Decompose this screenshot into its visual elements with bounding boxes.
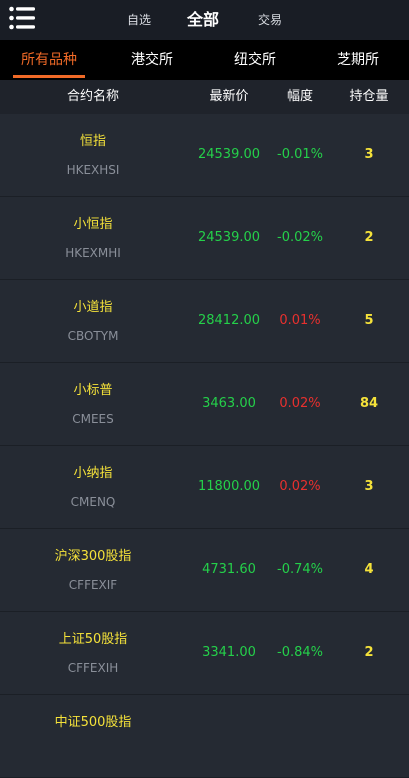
- col-open-interest[interactable]: 持仓量: [330, 80, 408, 114]
- contract-name: 沪深300股指: [54, 549, 132, 564]
- change-percent: -0.02%: [277, 230, 323, 245]
- last-price: 24539.00: [197, 230, 261, 245]
- table-header: 合约名称 最新价 幅度 持仓量: [0, 80, 409, 114]
- change-percent: 0.01%: [279, 313, 321, 328]
- tab-all-varieties-label: 所有品种: [21, 52, 77, 68]
- menu-icon[interactable]: [9, 6, 35, 30]
- contract-name: 中证500股指: [54, 715, 132, 730]
- contract-code: CMEES: [72, 412, 114, 426]
- active-tab-indicator: [13, 75, 85, 78]
- contract-name: 小道指: [73, 300, 113, 315]
- contract-code: HKEXHSI: [66, 163, 120, 177]
- change-percent: -0.84%: [277, 645, 323, 660]
- exchange-tabs: 所有品种 港交所 纽交所 芝期所: [0, 40, 409, 80]
- table-row[interactable]: 小恒指 HKEXMHI 24539.00 -0.02% 2: [0, 197, 409, 280]
- open-interest: 84: [359, 396, 379, 411]
- contract-name: 小标普: [73, 383, 113, 398]
- last-price: 28412.00: [197, 313, 261, 328]
- last-price: 3341.00: [202, 645, 256, 660]
- contract-code: CFFEXIF: [68, 578, 118, 592]
- contract-name: 恒指: [79, 134, 106, 149]
- last-price: 24539.00: [197, 147, 261, 162]
- change-percent: -0.74%: [277, 562, 323, 577]
- col-price[interactable]: 最新价: [186, 80, 272, 114]
- contract-name: 上证50股指: [58, 632, 128, 647]
- change-percent: 0.02%: [279, 479, 321, 494]
- change-percent: -0.01%: [277, 147, 323, 162]
- tab-nyse[interactable]: 纽交所: [234, 40, 276, 80]
- table-row[interactable]: 恒指 HKEXHSI 24539.00 -0.01% 3: [0, 114, 409, 197]
- tab-hkex[interactable]: 港交所: [131, 40, 173, 80]
- last-price: 4731.60: [202, 562, 256, 577]
- table-row[interactable]: 小道指 CBOTYM 28412.00 0.01% 5: [0, 280, 409, 363]
- contract-code: CMENQ: [70, 495, 116, 509]
- open-interest: 5: [364, 313, 374, 328]
- table-row[interactable]: 上证50股指 CFFEXIH 3341.00 -0.84% 2: [0, 612, 409, 695]
- contract-code: CFFEXIH: [67, 661, 119, 675]
- contract-name: 小纳指: [73, 466, 113, 481]
- contract-name: 小恒指: [73, 217, 113, 232]
- contract-code: HKEXMHI: [65, 246, 121, 260]
- open-interest: 4: [364, 562, 374, 577]
- last-price: 11800.00: [197, 479, 261, 494]
- tab-cme[interactable]: 芝期所: [337, 40, 379, 80]
- contract-code: CBOTYM: [67, 329, 119, 343]
- open-interest: 3: [364, 479, 374, 494]
- open-interest: 2: [364, 645, 374, 660]
- col-name[interactable]: 合约名称: [0, 80, 186, 114]
- top-bar: 自选 全部 交易: [0, 0, 409, 40]
- open-interest: 2: [364, 230, 374, 245]
- change-percent: 0.02%: [279, 396, 321, 411]
- tab-favorites[interactable]: 自选: [127, 0, 151, 40]
- open-interest: 3: [364, 147, 374, 162]
- tab-all-varieties[interactable]: 所有品种: [13, 40, 85, 80]
- table-row[interactable]: 小标普 CMEES 3463.00 0.02% 84: [0, 363, 409, 446]
- col-change[interactable]: 幅度: [272, 80, 328, 114]
- table-row[interactable]: 小纳指 CMENQ 11800.00 0.02% 3: [0, 446, 409, 529]
- table-row[interactable]: 中证500股指: [0, 695, 409, 778]
- tab-all[interactable]: 全部: [187, 0, 219, 40]
- tab-trade[interactable]: 交易: [258, 0, 282, 40]
- table-row[interactable]: 沪深300股指 CFFEXIF 4731.60 -0.74% 4: [0, 529, 409, 612]
- last-price: 3463.00: [202, 396, 256, 411]
